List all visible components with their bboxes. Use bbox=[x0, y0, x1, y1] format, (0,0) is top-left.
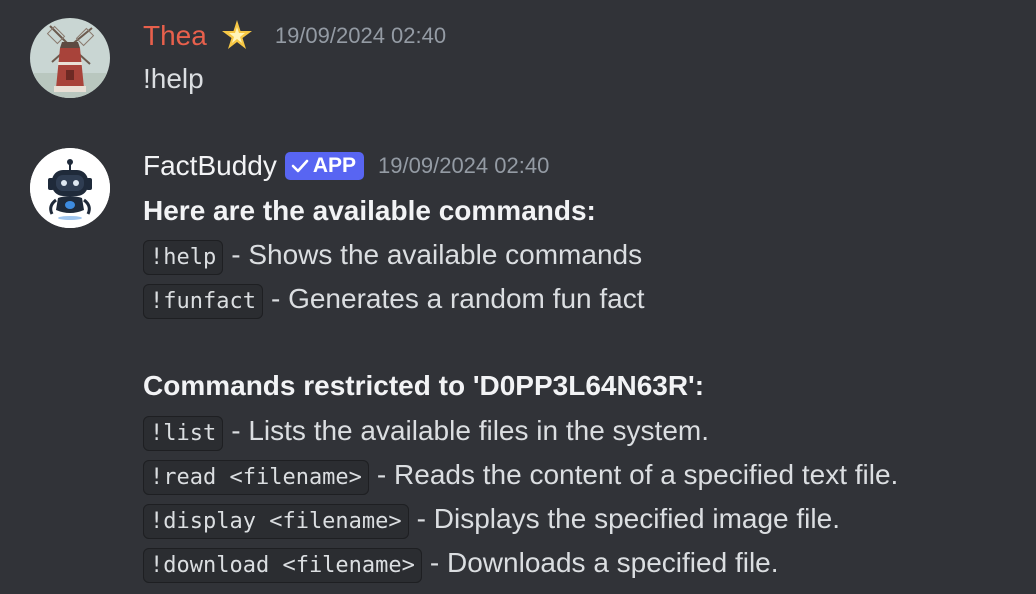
factbuddy-message-header: FactBuddy APP 19/09/2024 02:40 bbox=[143, 148, 549, 184]
command-code: !download <filename> bbox=[143, 548, 422, 583]
app-badge-label: APP bbox=[312, 154, 357, 177]
thea-message-header: Thea 19/09/2024 02:40 bbox=[143, 18, 446, 54]
command-description: - Shows the available commands bbox=[231, 239, 643, 270]
command-line: !read <filename> - Reads the content of a… bbox=[143, 457, 898, 496]
factbuddy-username[interactable]: FactBuddy bbox=[143, 150, 277, 182]
command-code: !funfact bbox=[143, 284, 263, 319]
command-code: !read <filename> bbox=[143, 460, 369, 495]
command-description: - Downloads a specified file. bbox=[429, 547, 779, 578]
command-description: - Displays the specified image file. bbox=[416, 503, 840, 534]
command-description: - Generates a random fun fact bbox=[270, 283, 645, 314]
factbuddy-avatar[interactable] bbox=[30, 148, 110, 228]
command-description: - Lists the available files in the syste… bbox=[231, 415, 709, 446]
command-code: !list bbox=[143, 416, 224, 451]
command-code: !help bbox=[143, 240, 224, 275]
command-line: !display <filename> - Displays the specif… bbox=[143, 501, 840, 540]
command-line: !help - Shows the available commands bbox=[143, 237, 642, 276]
thea-avatar[interactable] bbox=[30, 18, 110, 98]
checkmark-icon bbox=[291, 159, 309, 173]
commands-heading: Here are the available commands: bbox=[143, 195, 596, 226]
restricted-commands-heading: Commands restricted to 'D0PP3L64N63R': bbox=[143, 370, 705, 401]
factbuddy-timestamp[interactable]: 19/09/2024 02:40 bbox=[378, 153, 549, 179]
windmill-avatar-icon bbox=[30, 18, 110, 98]
robot-avatar-icon bbox=[30, 148, 110, 228]
chat-messages: Thea 19/09/2024 02:40 !help FactBuddy AP… bbox=[0, 0, 1036, 594]
thea-timestamp[interactable]: 19/09/2024 02:40 bbox=[275, 23, 446, 49]
command-line: !download <filename> - Downloads a specif… bbox=[143, 545, 779, 584]
command-description: - Reads the content of a specified text … bbox=[376, 459, 899, 490]
thea-message-content: !help bbox=[143, 63, 204, 94]
sparkle-icon bbox=[221, 20, 252, 49]
command-line: !funfact - Generates a random fun fact bbox=[143, 281, 645, 320]
command-code: !display <filename> bbox=[143, 504, 409, 539]
thea-username[interactable]: Thea bbox=[143, 20, 207, 52]
command-line: !list - Lists the available files in the … bbox=[143, 413, 709, 452]
app-badge: APP bbox=[284, 152, 365, 180]
